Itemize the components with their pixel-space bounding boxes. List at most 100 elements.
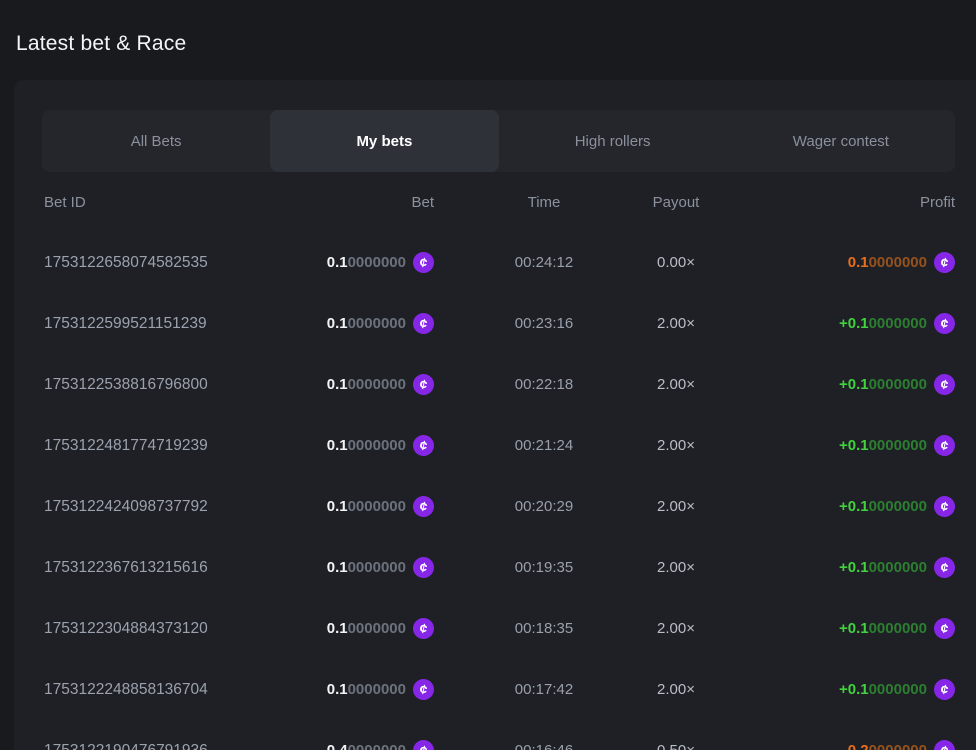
cent-coin-icon: ¢	[411, 738, 436, 750]
bet-amount-zeros: 0000000	[348, 559, 406, 576]
cent-coin-icon: ¢	[411, 616, 436, 641]
cent-coin-icon: ¢	[411, 433, 436, 458]
bet-amount-zeros: 0000000	[348, 681, 406, 698]
bet-payout: 2.00×	[657, 681, 695, 698]
table-row[interactable]: 1753122481774719239 0.10000000 ¢ 00:21:2…	[14, 415, 955, 476]
bet-time: 00:17:42	[515, 681, 573, 698]
bet-amount-zeros: 0000000	[348, 437, 406, 454]
profit-main: +0.1	[839, 498, 869, 515]
bet-payout: 0.50×	[657, 742, 695, 750]
bet-time: 00:16:46	[515, 742, 573, 750]
bet-amount-main: 0.1	[327, 559, 348, 576]
table-row[interactable]: 1753122190476791936 0.40000000 ¢ 00:16:4…	[14, 720, 955, 750]
table-row[interactable]: 1753122248858136704 0.10000000 ¢ 00:17:4…	[14, 659, 955, 720]
profit-zeros: 0000000	[869, 437, 927, 454]
profit-zeros: 0000000	[869, 742, 927, 750]
profit-zeros: 0000000	[869, 620, 927, 637]
tab-label: Wager contest	[793, 133, 889, 150]
cent-coin-icon: ¢	[411, 494, 436, 519]
bet-time: 00:21:24	[515, 437, 573, 454]
cent-coin-icon: ¢	[411, 555, 436, 580]
bet-payout: 2.00×	[657, 376, 695, 393]
bet-amount-main: 0.1	[327, 437, 348, 454]
bet-id: 1753122599521151239	[44, 315, 207, 333]
tab-high-rollers[interactable]: High rollers	[499, 110, 727, 172]
bet-time: 00:23:16	[515, 315, 573, 332]
bet-payout: 2.00×	[657, 437, 695, 454]
bet-id: 1753122248858136704	[44, 681, 208, 699]
bet-amount: 0.10000000 ¢	[327, 374, 434, 395]
bet-amount: 0.10000000 ¢	[327, 679, 434, 700]
bet-time: 00:24:12	[515, 254, 573, 271]
profit-cell: +0.10000000 ¢	[839, 435, 955, 456]
table-row[interactable]: 1753122658074582535 0.10000000 ¢ 00:24:1…	[14, 232, 955, 293]
table-row[interactable]: 1753122304884373120 0.10000000 ¢ 00:18:3…	[14, 598, 955, 659]
bet-id: 1753122190476791936	[44, 742, 208, 750]
bet-amount-main: 0.1	[327, 498, 348, 515]
header-payout: Payout	[653, 194, 700, 211]
bet-amount-main: 0.1	[327, 315, 348, 332]
table-row[interactable]: 1753122599521151239 0.10000000 ¢ 00:23:1…	[14, 293, 955, 354]
cent-coin-icon: ¢	[411, 311, 436, 336]
table-row[interactable]: 1753122367613215616 0.10000000 ¢ 00:19:3…	[14, 537, 955, 598]
table-header-row: Bet ID Bet Time Payout Profit	[14, 172, 955, 232]
cent-coin-icon: ¢	[932, 616, 957, 641]
cent-coin-icon: ¢	[932, 311, 957, 336]
profit-main: +0.1	[839, 315, 869, 332]
cent-coin-icon: ¢	[932, 250, 957, 275]
bet-amount-main: 0.4	[327, 742, 348, 750]
profit-cell: +0.10000000 ¢	[839, 496, 955, 517]
profit-zeros: 0000000	[869, 376, 927, 393]
profit-cell: 0.20000000 ¢	[848, 740, 955, 750]
profit-cell: +0.10000000 ¢	[839, 679, 955, 700]
page-title: Latest bet & Race	[16, 32, 976, 56]
bet-id: 1753122481774719239	[44, 437, 208, 455]
latest-bets-panel: All Bets My bets High rollers Wager cont…	[14, 80, 976, 750]
bets-tabs: All Bets My bets High rollers Wager cont…	[42, 110, 955, 172]
bet-amount: 0.10000000 ¢	[327, 252, 434, 273]
profit-zeros: 0000000	[869, 315, 927, 332]
bet-amount-zeros: 0000000	[348, 315, 406, 332]
cent-coin-icon: ¢	[932, 677, 957, 702]
profit-main: +0.1	[839, 559, 869, 576]
cent-coin-icon: ¢	[932, 372, 957, 397]
bet-amount: 0.10000000 ¢	[327, 435, 434, 456]
table-row[interactable]: 1753122424098737792 0.10000000 ¢ 00:20:2…	[14, 476, 955, 537]
profit-zeros: 0000000	[869, 498, 927, 515]
bet-amount-main: 0.1	[327, 254, 348, 271]
cent-coin-icon: ¢	[411, 250, 436, 275]
bet-amount: 0.10000000 ¢	[327, 496, 434, 517]
bet-amount-zeros: 0000000	[348, 254, 406, 271]
profit-cell: +0.10000000 ¢	[839, 313, 955, 334]
bet-amount-zeros: 0000000	[348, 498, 406, 515]
profit-cell: +0.10000000 ¢	[839, 374, 955, 395]
bet-amount: 0.10000000 ¢	[327, 313, 434, 334]
profit-zeros: 0000000	[869, 559, 927, 576]
tab-label: My bets	[356, 133, 412, 150]
tab-all-bets[interactable]: All Bets	[42, 110, 270, 172]
bet-payout: 0.00×	[657, 254, 695, 271]
profit-zeros: 0000000	[869, 681, 927, 698]
bet-payout: 2.00×	[657, 559, 695, 576]
header-bet-id: Bet ID	[44, 194, 86, 211]
tab-my-bets[interactable]: My bets	[270, 110, 498, 172]
bet-id: 1753122304884373120	[44, 620, 208, 638]
bet-payout: 2.00×	[657, 315, 695, 332]
profit-main: +0.1	[839, 681, 869, 698]
cent-coin-icon: ¢	[932, 494, 957, 519]
tab-wager-contest[interactable]: Wager contest	[727, 110, 955, 172]
bet-id: 1753122424098737792	[44, 498, 208, 516]
bet-amount-main: 0.1	[327, 376, 348, 393]
cent-coin-icon: ¢	[411, 677, 436, 702]
page-header: Latest bet & Race	[0, 0, 976, 80]
bet-payout: 2.00×	[657, 498, 695, 515]
cent-coin-icon: ¢	[411, 372, 436, 397]
bet-id: 1753122367613215616	[44, 559, 208, 577]
table-row[interactable]: 1753122538816796800 0.10000000 ¢ 00:22:1…	[14, 354, 955, 415]
profit-cell: +0.10000000 ¢	[839, 618, 955, 639]
bet-amount: 0.40000000 ¢	[327, 740, 434, 750]
profit-cell: 0.10000000 ¢	[848, 252, 955, 273]
bet-amount-zeros: 0000000	[348, 742, 406, 750]
bet-amount-zeros: 0000000	[348, 620, 406, 637]
header-bet: Bet	[411, 194, 434, 211]
